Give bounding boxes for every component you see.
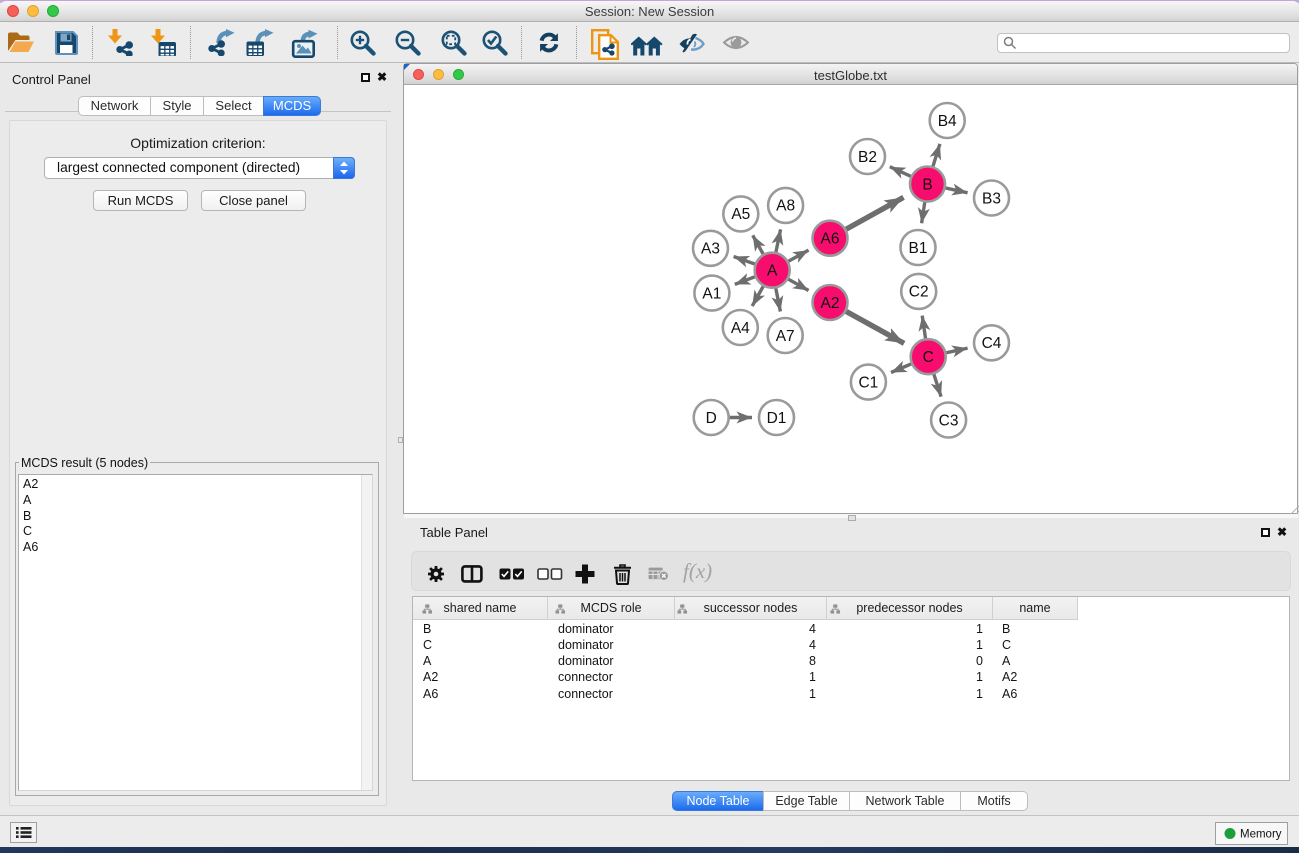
svg-text:B4: B4: [938, 113, 957, 130]
svg-text:A3: A3: [701, 241, 720, 258]
svg-text:A2: A2: [821, 295, 840, 312]
svg-text:Memory: Memory: [1240, 829, 1282, 841]
svg-text:A8: A8: [776, 198, 795, 215]
svg-text:B2: B2: [858, 149, 877, 166]
svg-text:C4: C4: [982, 335, 1002, 352]
svg-text:C1: C1: [858, 374, 878, 391]
svg-text:A7: A7: [776, 328, 795, 345]
svg-text:B3: B3: [982, 190, 1001, 207]
svg-text:A: A: [767, 263, 778, 280]
svg-text:A6: A6: [821, 231, 840, 248]
svg-text:C: C: [923, 349, 934, 366]
svg-text:B1: B1: [909, 240, 928, 257]
svg-text:A4: A4: [731, 320, 750, 337]
svg-text:D: D: [706, 410, 717, 427]
svg-text:D1: D1: [767, 410, 787, 427]
svg-text:A5: A5: [731, 206, 750, 223]
svg-text:C2: C2: [909, 284, 929, 301]
svg-text:B: B: [922, 176, 932, 193]
svg-text:C3: C3: [939, 412, 959, 429]
svg-text:A1: A1: [702, 285, 721, 302]
